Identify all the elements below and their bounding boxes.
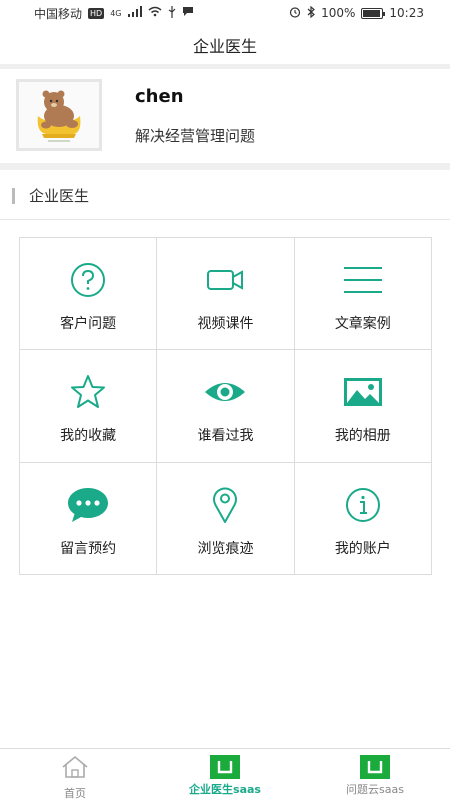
page-title: 企业医生 bbox=[192, 37, 257, 56]
profile-subtitle: 解决经营管理问题 bbox=[135, 127, 256, 145]
bear-avatar-icon bbox=[37, 90, 81, 142]
grid-item-video-courseware[interactable]: 视频课件 bbox=[157, 238, 295, 351]
chat-bubble-icon bbox=[65, 485, 111, 525]
tab-label: 企业医生saas bbox=[189, 783, 261, 796]
grid-item-message-appointment[interactable]: 留言预约 bbox=[20, 462, 158, 575]
grid-item-my-album[interactable]: 我的相册 bbox=[294, 350, 432, 463]
wifi-icon bbox=[148, 6, 162, 20]
grid-item-who-viewed-me[interactable]: 谁看过我 bbox=[157, 350, 295, 463]
eye-icon bbox=[202, 372, 248, 412]
grid-item-browsing-history[interactable]: 浏览痕迹 bbox=[157, 462, 295, 575]
location-pin-icon bbox=[202, 485, 248, 525]
section-marker bbox=[12, 187, 15, 204]
tab-label: 首页 bbox=[64, 787, 86, 800]
alarm-icon bbox=[289, 6, 301, 21]
section-title: 企业医生 bbox=[29, 187, 90, 205]
saas-icon bbox=[210, 755, 240, 779]
username: chen bbox=[135, 86, 184, 107]
grid-item-my-account[interactable]: 我的账户 bbox=[294, 462, 432, 575]
grid-item-label: 我的账户 bbox=[334, 540, 391, 557]
video-camera-icon bbox=[202, 260, 248, 300]
carrier-name: 中国移动 bbox=[34, 6, 83, 21]
grid-item-label: 视频课件 bbox=[197, 316, 254, 332]
grid-item-label: 客户问题 bbox=[60, 316, 117, 332]
hd-badge: HD bbox=[88, 7, 105, 19]
message-icon bbox=[182, 6, 194, 20]
network-type: 4G bbox=[110, 8, 122, 18]
bluetooth-icon bbox=[307, 5, 316, 21]
avatar[interactable] bbox=[16, 79, 102, 151]
tab-enterprise-doctor-saas[interactable]: 企业医生saas bbox=[150, 749, 300, 800]
info-icon bbox=[340, 485, 386, 525]
section-header: 企业医生 bbox=[0, 172, 450, 220]
signal-icon bbox=[127, 6, 142, 20]
article-lines-icon bbox=[340, 260, 386, 300]
question-icon bbox=[65, 260, 111, 300]
star-icon bbox=[65, 372, 111, 412]
grid-item-label: 文章案例 bbox=[334, 316, 391, 332]
bottom-tab-bar: 首页 企业医生saas 问题云saas bbox=[0, 748, 450, 800]
home-icon bbox=[60, 755, 90, 783]
tab-home[interactable]: 首页 bbox=[0, 749, 150, 800]
grid-item-label: 谁看过我 bbox=[197, 428, 254, 445]
battery-icon bbox=[361, 7, 386, 19]
battery-percent: 100% bbox=[321, 6, 356, 20]
tab-question-cloud-saas[interactable]: 问题云saas bbox=[300, 749, 450, 800]
feature-grid: 客户问题 视频课件 文章案例 我的收藏 谁看过我 我的相册 留言预约 浏览痕迹 … bbox=[19, 237, 432, 575]
usb-icon bbox=[168, 5, 176, 21]
title-bar: 企业医生 bbox=[0, 26, 450, 64]
saas-icon bbox=[360, 755, 390, 779]
status-bar: 中国移动 HD 4G 100% 10:23 bbox=[0, 0, 450, 26]
profile-card[interactable]: chen 解决经营管理问题 bbox=[0, 69, 450, 163]
grid-item-customer-questions[interactable]: 客户问题 bbox=[20, 238, 158, 351]
grid-item-article-cases[interactable]: 文章案例 bbox=[294, 238, 432, 351]
image-icon bbox=[340, 372, 386, 412]
grid-item-label: 浏览痕迹 bbox=[197, 540, 254, 557]
grid-item-my-favorites[interactable]: 我的收藏 bbox=[20, 350, 158, 463]
tab-label: 问题云saas bbox=[346, 783, 404, 796]
grid-item-label: 我的相册 bbox=[334, 428, 391, 445]
divider bbox=[0, 163, 450, 170]
grid-item-label: 留言预约 bbox=[60, 540, 117, 557]
grid-item-label: 我的收藏 bbox=[60, 428, 117, 445]
clock: 10:23 bbox=[389, 6, 424, 20]
